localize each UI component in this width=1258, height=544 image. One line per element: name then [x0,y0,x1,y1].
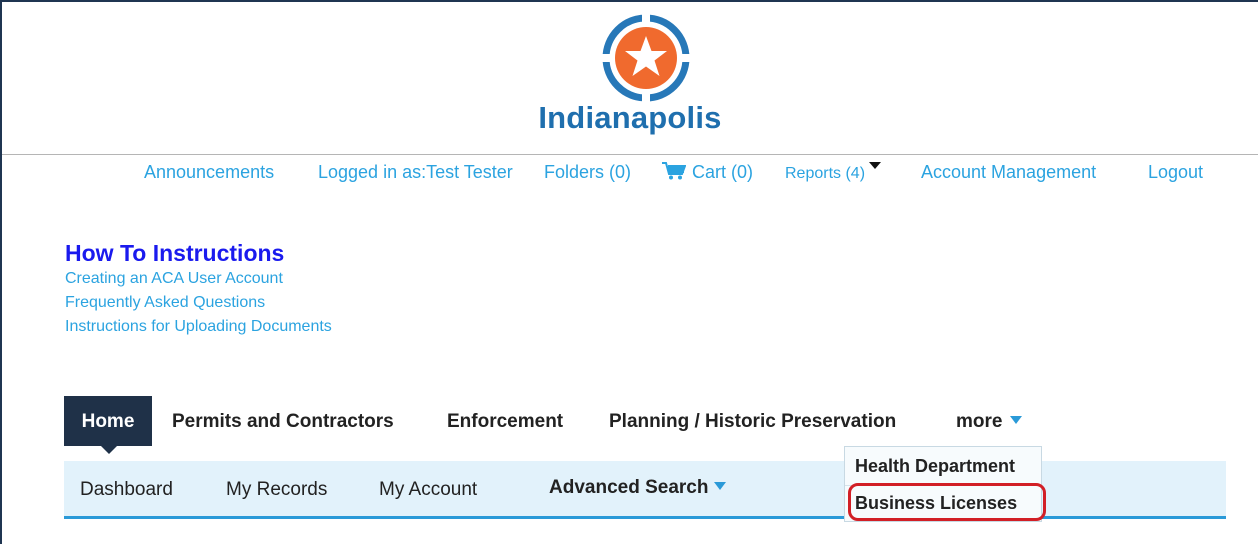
logged-in-label: Logged in as:Test Tester [318,162,513,182]
cart-label: Cart (0) [692,162,754,182]
main-nav: Home Permits and Contractors Enforcement… [0,396,1258,454]
reports-label: Reports (4) [785,165,866,182]
logout-link[interactable]: Logout [1148,162,1203,183]
reports-menu[interactable]: Reports (4) [785,162,882,183]
subnav-my-records[interactable]: My Records [226,479,327,501]
tab-permits-contractors[interactable]: Permits and Contractors [172,411,394,433]
cart-link[interactable]: Cart (0) [662,162,753,183]
sub-nav: Dashboard My Records My Account Advanced… [64,461,1226,519]
caret-down-icon [714,482,727,490]
subnav-advanced-search[interactable]: Advanced Search [549,477,727,499]
tab-home[interactable]: Home [64,396,152,446]
cart-icon [662,162,686,180]
subnav-dashboard[interactable]: Dashboard [80,479,173,501]
account-management-link[interactable]: Account Management [921,162,1096,183]
active-tab-pointer [101,446,117,454]
tab-more[interactable]: more [956,411,1023,433]
tab-enforcement[interactable]: Enforcement [447,411,563,433]
star-seal-icon[interactable] [602,14,690,102]
caret-down-icon [869,162,882,169]
caret-down-icon [1010,416,1023,424]
howto-link-faq[interactable]: Frequently Asked Questions [65,294,265,312]
more-label: more [956,411,1003,432]
site-header: Indianapolis [2,2,1258,155]
menu-item-health-department[interactable]: Health Department [855,456,1015,477]
howto-link-uploading[interactable]: Instructions for Uploading Documents [65,318,332,336]
subnav-my-account[interactable]: My Account [379,479,477,501]
highlight-annotation [848,483,1046,521]
site-name[interactable]: Indianapolis [2,100,1258,136]
advanced-search-label: Advanced Search [549,477,709,498]
tab-planning-historic[interactable]: Planning / Historic Preservation [609,411,896,433]
howto-link-create-account[interactable]: Creating an ACA User Account [65,270,283,288]
howto-title: How To Instructions [65,240,285,266]
announcements-link[interactable]: Announcements [144,162,274,183]
top-links-bar: Announcements Logged in as:Test Tester F… [0,162,1258,188]
folders-link[interactable]: Folders (0) [544,162,631,183]
